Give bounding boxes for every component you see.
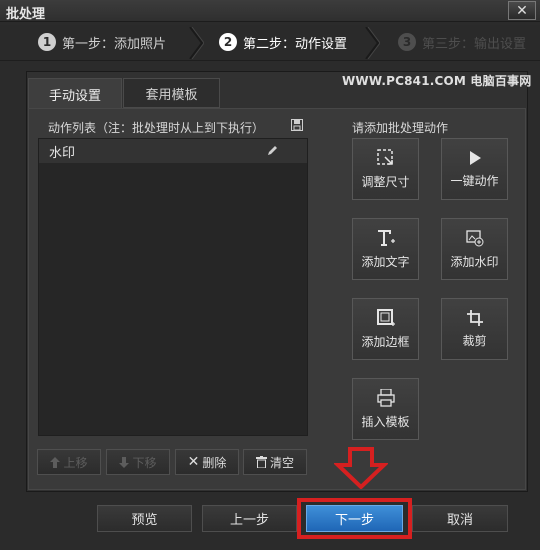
- cancel-button[interactable]: 取消: [412, 505, 508, 532]
- move-up-label: 上移: [63, 455, 88, 470]
- delete-button[interactable]: ✕ 删除: [175, 449, 239, 475]
- play-icon: [469, 150, 481, 165]
- text-icon: [377, 229, 395, 246]
- down-arrow-annotation: [334, 447, 388, 489]
- step-2-number: 2: [219, 33, 237, 51]
- step-3-number: 3: [398, 33, 416, 51]
- one-click-action-button[interactable]: 一键动作: [441, 138, 508, 200]
- step-bar: 1 第一步：添加照片 2 第二步：动作设置 3 第三步：输出设置: [0, 25, 540, 61]
- border-icon: [376, 308, 395, 326]
- watermark-icon: [465, 229, 483, 246]
- tab-manual-settings[interactable]: 手动设置: [28, 78, 122, 109]
- move-down-button[interactable]: 下移: [106, 449, 170, 475]
- save-icon[interactable]: [291, 119, 303, 131]
- add-border-button[interactable]: 添加边框: [352, 298, 419, 360]
- window-title: 批处理: [6, 7, 46, 22]
- previous-step-button[interactable]: 上一步: [202, 505, 297, 532]
- preview-button[interactable]: 预览: [97, 505, 192, 532]
- trash-icon: [255, 456, 267, 468]
- crop-button[interactable]: 裁剪: [441, 298, 508, 360]
- add-border-label: 添加边框: [361, 334, 410, 349]
- step-separator-icon: [365, 27, 380, 59]
- add-watermark-label: 添加水印: [450, 254, 499, 269]
- resize-label: 调整尺寸: [361, 174, 410, 189]
- edit-icon[interactable]: [266, 144, 279, 157]
- close-button[interactable]: ✕: [508, 1, 536, 20]
- clear-button[interactable]: 清空: [243, 449, 307, 475]
- move-down-label: 下移: [132, 455, 157, 470]
- step-1-label: 第一步：添加照片: [62, 36, 167, 52]
- insert-template-button[interactable]: 插入模板: [352, 378, 419, 440]
- add-text-button[interactable]: 添加文字: [352, 218, 419, 280]
- step-2-label: 第二步：动作设置: [243, 36, 348, 52]
- insert-template-label: 插入模板: [361, 414, 410, 429]
- tab-apply-template[interactable]: 套用模板: [123, 78, 220, 108]
- step-1: 1 第一步：添加照片: [38, 25, 166, 59]
- template-icon: [376, 388, 395, 407]
- step-3-label: 第三步：输出设置: [422, 36, 527, 52]
- crop-label: 裁剪: [462, 333, 487, 348]
- add-watermark-button[interactable]: 添加水印: [441, 218, 508, 280]
- step-separator-icon: [189, 27, 204, 59]
- list-item[interactable]: 水印: [39, 139, 307, 163]
- action-list[interactable]: 水印: [38, 138, 308, 436]
- resize-button[interactable]: 调整尺寸: [352, 138, 419, 200]
- add-text-label: 添加文字: [361, 254, 410, 269]
- move-up-button[interactable]: 上移: [37, 449, 101, 475]
- list-item-label: 水印: [49, 145, 76, 161]
- actions-header: 请添加批处理动作: [352, 121, 449, 135]
- action-list-header: 动作列表（注：批处理时从上到下执行）: [48, 121, 265, 135]
- arrow-up-icon: [50, 456, 61, 468]
- close-icon: ✕: [516, 2, 528, 19]
- delete-icon: ✕: [187, 454, 200, 470]
- step-2: 2 第二步：动作设置: [219, 25, 347, 59]
- resize-icon: [376, 148, 393, 165]
- delete-label: 删除: [202, 455, 227, 470]
- step-3: 3 第三步：输出设置: [398, 25, 526, 59]
- one-click-action-label: 一键动作: [450, 173, 499, 188]
- arrow-down-icon: [119, 456, 130, 468]
- watermark-text: WWW.PC841.COM 电脑百事网: [342, 74, 532, 88]
- title-bar: 批处理 ✕: [0, 0, 540, 22]
- crop-icon: [466, 309, 483, 326]
- clear-label: 清空: [269, 455, 294, 470]
- step-1-number: 1: [38, 33, 56, 51]
- next-step-highlight: [297, 498, 412, 539]
